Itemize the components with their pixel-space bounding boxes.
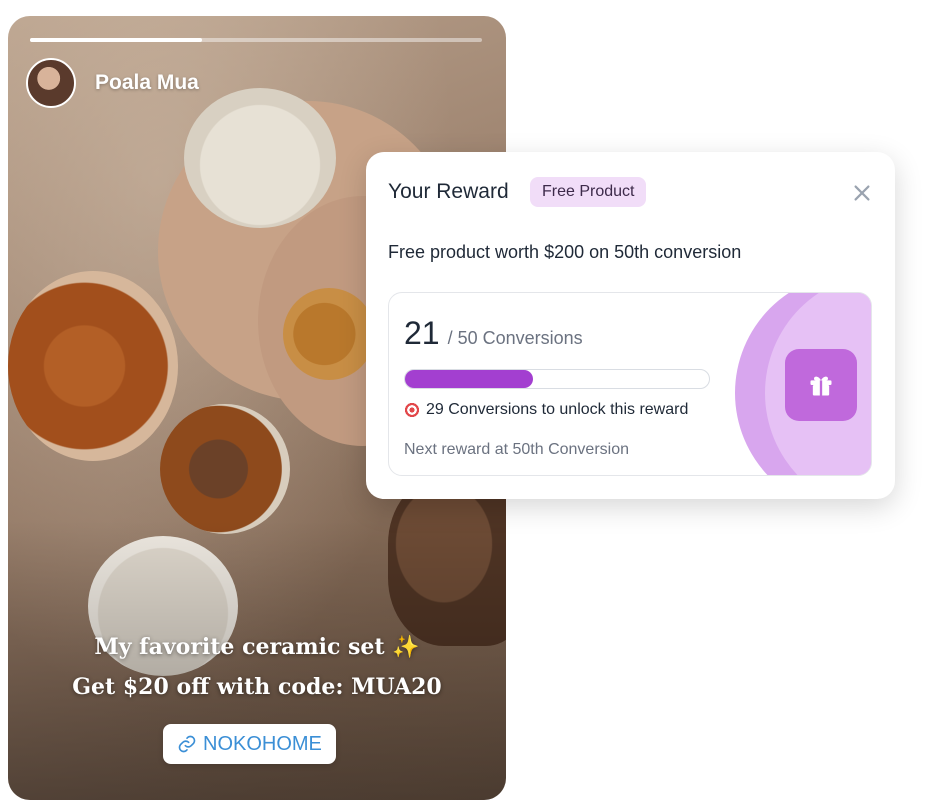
conversion-progress-fill xyxy=(405,370,533,388)
conversion-count: 21 / 50 Conversions xyxy=(404,315,583,352)
close-icon[interactable] xyxy=(850,182,874,206)
ceramic-bowl-image xyxy=(160,404,290,534)
ceramic-bowl-image xyxy=(283,288,375,380)
sparkle-icon: ✨ xyxy=(392,634,420,660)
avatar[interactable] xyxy=(26,58,76,108)
target-icon xyxy=(404,402,420,418)
reward-type-badge: Free Product xyxy=(530,177,647,207)
conversion-progress-panel: 21 / 50 Conversions 29 Conversions to un… xyxy=(388,292,872,476)
total-conversions-label: / 50 Conversions xyxy=(447,328,583,348)
ceramic-bowl-image xyxy=(184,88,336,228)
ceramic-bowl-image xyxy=(8,271,178,461)
username[interactable]: Poala Mua xyxy=(95,71,199,95)
conversion-progress-bar xyxy=(404,369,710,389)
shop-link-button[interactable]: NOKOHOME xyxy=(163,724,336,764)
current-conversions: 21 xyxy=(404,315,440,351)
gift-button[interactable] xyxy=(785,349,857,421)
story-progress-bar xyxy=(30,38,482,42)
unlock-text: 29 Conversions to unlock this reward xyxy=(426,401,689,418)
reward-title: Your Reward xyxy=(388,180,509,203)
next-reward-text: Next reward at 50th Conversion xyxy=(404,441,629,458)
caption-line-2: Get $20 off with code: MUA20 xyxy=(72,674,442,700)
gift-icon xyxy=(810,376,832,396)
shop-link-label: NOKOHOME xyxy=(203,732,322,755)
reward-card: Your Reward Free Product Free product wo… xyxy=(366,152,895,499)
reward-description: Free product worth $200 on 50th conversi… xyxy=(388,242,742,262)
caption-line-1: My favorite ceramic set ✨ xyxy=(8,634,506,660)
story-progress-fill xyxy=(30,38,202,42)
link-icon xyxy=(178,735,196,753)
unlock-status: 29 Conversions to unlock this reward xyxy=(404,401,688,419)
caption-text: My favorite ceramic set xyxy=(94,634,385,660)
